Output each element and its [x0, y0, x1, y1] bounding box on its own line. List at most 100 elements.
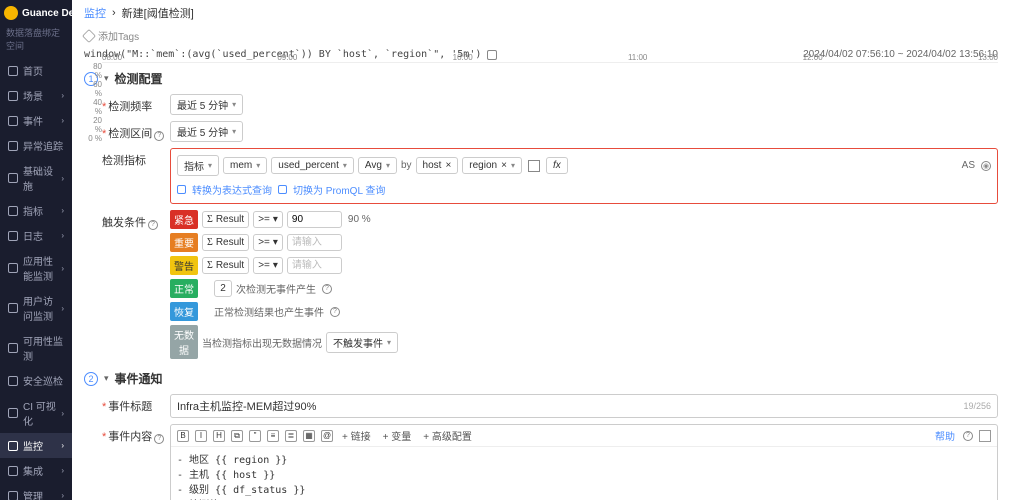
thresh-zy-input[interactable]: [287, 234, 342, 251]
chev-icon: ›: [61, 466, 64, 475]
nav-infra[interactable]: 基础设施›: [0, 158, 72, 198]
ul-icon[interactable]: ≡: [267, 430, 279, 442]
sec-icon: [8, 376, 18, 386]
chevron-down-icon: ▾: [232, 127, 236, 136]
result-btn[interactable]: ΣResult: [202, 211, 249, 228]
chev-icon: ›: [61, 231, 64, 240]
section-1-chev[interactable]: ▾: [104, 73, 109, 84]
nav-log[interactable]: 日志›: [0, 223, 72, 248]
metric-field-select[interactable]: used_percent▾: [271, 157, 354, 174]
metric-agg-select[interactable]: Avg▾: [358, 157, 397, 174]
by-label: by: [401, 160, 412, 171]
admin-icon: [8, 491, 18, 500]
ol-icon[interactable]: ≣: [285, 430, 297, 442]
fx-button[interactable]: fx: [546, 157, 568, 174]
bold-icon[interactable]: B: [177, 430, 189, 442]
result-btn[interactable]: ΣResult: [202, 234, 249, 251]
insert-var-btn[interactable]: + 变量: [380, 428, 415, 443]
help-icon[interactable]: ?: [963, 431, 973, 441]
brand-name: Guance Demo: [22, 8, 72, 19]
eye-icon[interactable]: ◉: [981, 161, 991, 171]
metric-by2-select[interactable]: region×▾: [462, 157, 522, 174]
infra-icon: [8, 173, 18, 183]
info-icon[interactable]: ?: [148, 220, 158, 230]
row-event-content: *事件内容? B I H ⧉ " ≡ ≣ ▦ @ + 链接 + 变量 + 高级配…: [72, 421, 1010, 500]
freq-select[interactable]: 最近 5 分钟▾: [170, 94, 243, 115]
section-2-num: 2: [84, 372, 98, 386]
main: 监控 › 新建[阈值检测] 添加Tags window("M::`mem`:(a…: [72, 0, 1010, 500]
thresh-hf: 恢复 正常检测结果也产生事件 ?: [170, 302, 998, 321]
italic-icon[interactable]: I: [195, 430, 207, 442]
result-btn[interactable]: ΣResult: [202, 257, 249, 274]
tag-icon: [82, 28, 96, 42]
nav-metric[interactable]: 指标›: [0, 198, 72, 223]
editor-content[interactable]: - 地区 {{ region }} - 主机 {{ host }} - 级别 {…: [171, 447, 997, 500]
event-title-input[interactable]: Infra主机监控-MEM超过90% 19/256: [170, 394, 998, 418]
crumb-back[interactable]: 监控: [84, 5, 106, 21]
op-select[interactable]: >=▾: [253, 211, 283, 228]
chev-icon: ›: [61, 441, 64, 450]
chevron-right-icon: ›: [112, 7, 116, 19]
tags-row[interactable]: 添加Tags: [72, 26, 1010, 49]
nav-event[interactable]: 事件›: [0, 108, 72, 133]
scene-icon: [8, 91, 18, 101]
range-select[interactable]: 最近 5 分钟▾: [170, 121, 243, 142]
expand-icon[interactable]: [979, 430, 991, 442]
nav-scene[interactable]: 场景›: [0, 83, 72, 108]
nav-rum[interactable]: 用户访问监测›: [0, 288, 72, 328]
insert-link-btn[interactable]: + 链接: [339, 428, 374, 443]
info-icon[interactable]: ?: [154, 131, 164, 141]
underline-icon[interactable]: H: [213, 430, 225, 442]
zc-times-input[interactable]: 2: [214, 280, 232, 297]
metric-meas-select[interactable]: mem▾: [223, 157, 267, 174]
op-select[interactable]: >=▾: [253, 257, 283, 274]
chev-icon: ›: [61, 206, 64, 215]
filter-icon[interactable]: [528, 160, 540, 172]
chart-plot: [102, 62, 998, 63]
chev-icon: ›: [61, 409, 64, 418]
brand-logo: [4, 6, 18, 20]
nav-sec[interactable]: 安全巡检: [0, 368, 72, 393]
nav-avail[interactable]: 可用性监测: [0, 328, 72, 368]
section-1-header: 1 ▾ 检测配置: [72, 66, 1010, 91]
info-icon[interactable]: ?: [154, 434, 164, 444]
breadcrumb: 监控 › 新建[阈值检测]: [72, 0, 1010, 26]
section-2-chev[interactable]: ▾: [104, 373, 109, 384]
ext-icon: [278, 185, 287, 194]
nav-apm[interactable]: 应用性能监测›: [0, 248, 72, 288]
nav-ci[interactable]: CI 可视化›: [0, 393, 72, 433]
home-icon: [8, 66, 18, 76]
image-icon[interactable]: ▦: [303, 430, 315, 442]
quote-icon[interactable]: ": [249, 430, 261, 442]
as-button[interactable]: AS: [962, 160, 975, 171]
advanced-btn[interactable]: + 高级配置: [420, 428, 475, 443]
link-icon[interactable]: ⧉: [231, 430, 243, 442]
badge-nodata: 无数据: [170, 325, 198, 359]
metric-kind-select[interactable]: 指标▾: [177, 155, 219, 176]
nodata-select[interactable]: 不触发事件▾: [326, 332, 398, 353]
nav-monitor[interactable]: 监控›: [0, 433, 72, 458]
section-2-header: 2 ▾ 事件通知: [72, 366, 1010, 391]
thresh-jg-input[interactable]: [287, 257, 342, 274]
thresh-jj-input[interactable]: [287, 211, 342, 228]
event-icon: [8, 116, 18, 126]
metric-by1-select[interactable]: host×: [416, 157, 459, 174]
badge-normal: 正常: [170, 279, 198, 298]
info-icon[interactable]: ?: [330, 307, 340, 317]
info-icon[interactable]: ?: [322, 284, 332, 294]
int-icon: [8, 466, 18, 476]
chev-icon: ›: [61, 174, 64, 183]
at-icon[interactable]: @: [321, 430, 333, 442]
expr-link[interactable]: 转换为表达式查询: [192, 182, 272, 197]
help-link[interactable]: 帮助: [935, 428, 955, 443]
promql-link[interactable]: 切换为 PromQL 查询: [293, 182, 385, 197]
section-2-title: 事件通知: [115, 370, 163, 387]
chev-icon: ›: [61, 304, 64, 313]
nav-home[interactable]: 首页: [0, 58, 72, 83]
nav-admin[interactable]: 管理›: [0, 483, 72, 500]
row-metric: 检测指标 指标▾ mem▾ used_percent▾ Avg▾ by host…: [72, 145, 1010, 207]
op-select[interactable]: >=▾: [253, 234, 283, 251]
track-icon: [8, 141, 18, 151]
nav-track[interactable]: 异常追踪: [0, 133, 72, 158]
nav-integrate[interactable]: 集成›: [0, 458, 72, 483]
